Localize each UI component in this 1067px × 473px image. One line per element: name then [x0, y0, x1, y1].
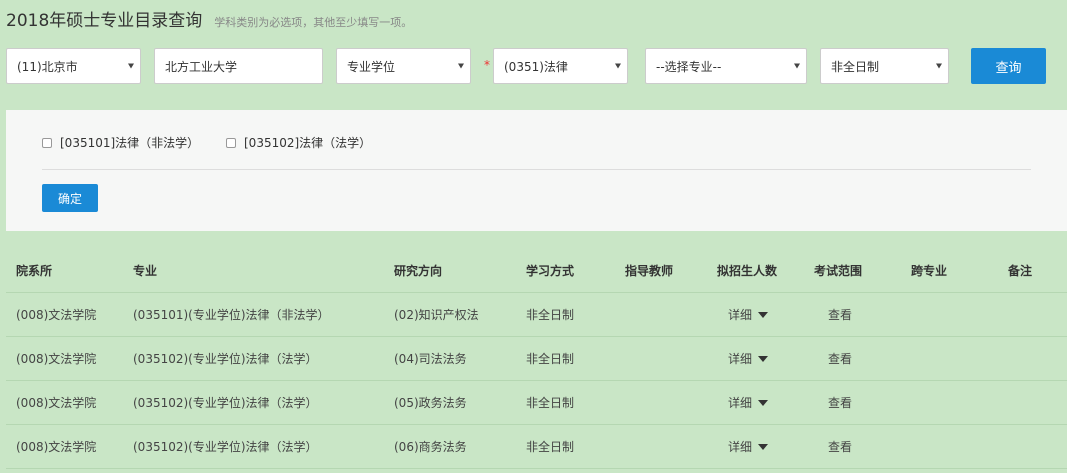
table-row: (008)文法学院 (035102)(专业学位)法律（法学） (05)政务法务 …: [6, 381, 1067, 425]
cell-direction: (04)司法法务: [394, 352, 467, 366]
chevron-down-icon: [794, 63, 800, 69]
option-035102[interactable]: [035102]法律（法学）: [226, 134, 371, 151]
cell-major: (035102)(专业学位)法律（法学）: [133, 352, 318, 366]
enroll-detail-label: 详细: [728, 352, 753, 366]
scope-view-link[interactable]: 查看: [828, 293, 852, 336]
caret-down-icon: [758, 443, 769, 450]
cell-dept: (008)文法学院: [16, 308, 97, 322]
enroll-detail-toggle[interactable]: 详细: [728, 293, 769, 336]
divider: [42, 169, 1031, 170]
option-label: [035102]法律（法学）: [244, 136, 372, 150]
header-cross: 跨专业: [911, 264, 948, 278]
cell-direction: (05)政务法务: [394, 396, 467, 410]
province-select[interactable]: (11)北京市: [6, 48, 141, 84]
cell-mode: 非全日制: [526, 396, 575, 410]
scope-view-link[interactable]: 查看: [828, 425, 852, 468]
caret-down-icon: [758, 311, 769, 318]
caret-down-icon: [758, 399, 769, 406]
header-advisor: 指导教师: [625, 264, 674, 278]
cell-mode: 非全日制: [526, 352, 575, 366]
major-select[interactable]: --选择专业--: [645, 48, 807, 84]
cell-major: (035102)(专业学位)法律（法学）: [133, 396, 318, 410]
header-dept: 院系所: [16, 264, 53, 278]
cell-dept: (008)文法学院: [16, 440, 97, 454]
chevron-down-icon: [458, 63, 464, 69]
study-mode-select-value: 非全日制: [831, 59, 880, 74]
enroll-detail-toggle[interactable]: 详细: [728, 337, 769, 380]
enroll-detail-toggle[interactable]: 详细: [728, 425, 769, 468]
subject-select[interactable]: (0351)法律: [493, 48, 628, 84]
enroll-detail-label: 详细: [728, 308, 753, 322]
header-note: 备注: [1008, 264, 1033, 278]
page-title-row: 2018年硕士专业目录查询 学科类别为必选项，其他至少填写一项。: [6, 6, 412, 31]
cell-major: (035101)(专业学位)法律（非法学）: [133, 308, 330, 322]
study-mode-select[interactable]: 非全日制: [820, 48, 949, 84]
option-label: [035101]法律（非法学）: [60, 136, 200, 150]
degree-type-select[interactable]: 专业学位: [336, 48, 471, 84]
chevron-down-icon: [615, 63, 621, 69]
enroll-detail-label: 详细: [728, 396, 753, 410]
scope-view-link[interactable]: 查看: [828, 381, 852, 424]
enroll-detail-label: 详细: [728, 440, 753, 454]
school-input-value: 北方工业大学: [165, 59, 238, 74]
subject-select-value: (0351)法律: [504, 59, 568, 74]
header-enroll: 拟招生人数: [717, 264, 778, 278]
checkbox[interactable]: [42, 137, 52, 148]
header-major: 专业: [133, 264, 158, 278]
table-header: 院系所 专业 研究方向 学习方式 指导教师 拟招生人数 考试范围 跨专业 备注: [6, 249, 1067, 293]
table-row: (008)文法学院 (035101)(专业学位)法律（非法学） (02)知识产权…: [6, 293, 1067, 337]
enroll-detail-toggle[interactable]: 详细: [728, 381, 769, 424]
query-button[interactable]: 查询: [971, 48, 1046, 84]
header-mode: 学习方式: [526, 264, 575, 278]
required-mark: *: [484, 58, 490, 72]
cell-direction: (06)商务法务: [394, 440, 467, 454]
confirm-button[interactable]: 确定: [42, 184, 98, 212]
header-scope: 考试范围: [814, 264, 863, 278]
degree-type-select-value: 专业学位: [347, 59, 396, 74]
results-table: 院系所 专业 研究方向 学习方式 指导教师 拟招生人数 考试范围 跨专业 备注 …: [6, 249, 1067, 469]
table-row: (008)文法学院 (035102)(专业学位)法律（法学） (04)司法法务 …: [6, 337, 1067, 381]
cell-mode: 非全日制: [526, 308, 575, 322]
page-title: 2018年硕士专业目录查询: [6, 11, 203, 31]
major-options-panel: [035101]法律（非法学） [035102]法律（法学） 确定: [6, 110, 1067, 231]
caret-down-icon: [758, 355, 769, 362]
table-row: (008)文法学院 (035102)(专业学位)法律（法学） (06)商务法务 …: [6, 425, 1067, 469]
province-select-value: (11)北京市: [17, 59, 78, 74]
scope-view-link[interactable]: 查看: [828, 337, 852, 380]
major-select-value: --选择专业--: [656, 59, 722, 74]
cell-major: (035102)(专业学位)法律（法学）: [133, 440, 318, 454]
school-input[interactable]: 北方工业大学: [154, 48, 323, 84]
cell-mode: 非全日制: [526, 440, 575, 454]
chevron-down-icon: [936, 63, 942, 69]
option-035101[interactable]: [035101]法律（非法学）: [42, 134, 199, 151]
cell-dept: (008)文法学院: [16, 396, 97, 410]
cell-direction: (02)知识产权法: [394, 308, 479, 322]
header-direction: 研究方向: [394, 264, 443, 278]
cell-dept: (008)文法学院: [16, 352, 97, 366]
checkbox[interactable]: [226, 137, 236, 148]
chevron-down-icon: [128, 63, 134, 69]
page-hint: 学科类别为必选项，其他至少填写一项。: [214, 16, 413, 29]
